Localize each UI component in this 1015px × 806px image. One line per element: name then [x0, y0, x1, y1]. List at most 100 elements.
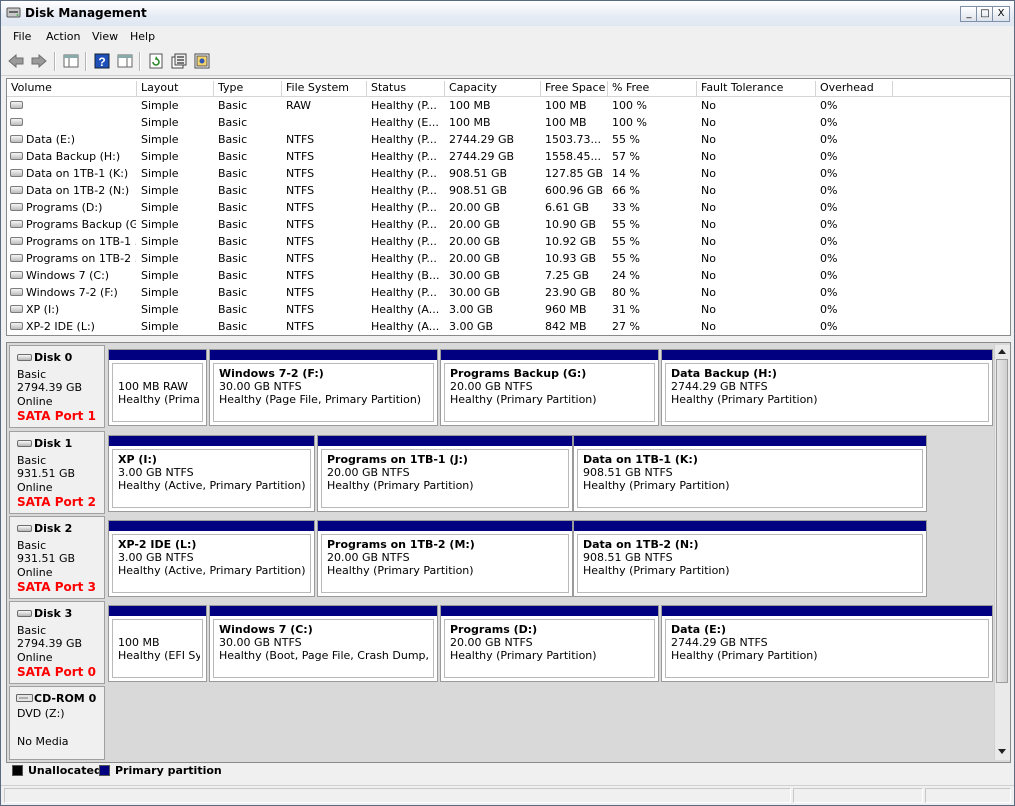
volume-fault-tolerance: No: [701, 150, 716, 163]
disk-name: Disk 0: [34, 351, 73, 364]
volume-file-system: NTFS: [286, 150, 315, 163]
volume-percent-free: 24 %: [612, 269, 640, 282]
scroll-down-arrow-icon[interactable]: [998, 749, 1006, 755]
volume-row[interactable]: Programs Backup (G:) Simple Basic NTFS Healt…: [7, 216, 1010, 233]
volume-row[interactable]: XP (I:) Simple Basic NTFS Healthy (A... 3.00 …: [7, 301, 1010, 318]
partition-block[interactable]: Data (E:) 2744.29 GB NTFS Healthy (Primary…: [661, 605, 993, 682]
partition-block[interactable]: Programs Backup (G:) 20.00 GB NTFS Healthy…: [440, 349, 659, 426]
menu-view[interactable]: View: [92, 30, 118, 43]
title-bar[interactable]: Disk Management _ □ X: [1, 1, 1014, 27]
show-hide-action-pane-icon[interactable]: [116, 52, 134, 70]
partition-title: Programs (D:): [450, 623, 538, 636]
disk-2-label[interactable]: Disk 2 Basic 931.51 GB Online SATA Port 3: [9, 516, 105, 599]
volume-disk-icon: [10, 237, 23, 245]
col-free-space-header[interactable]: Free Space: [541, 81, 608, 96]
volume-file-system: NTFS: [286, 218, 315, 231]
menu-action[interactable]: Action: [46, 30, 80, 43]
scroll-up-arrow-icon[interactable]: [998, 348, 1006, 354]
menu-file[interactable]: File: [13, 30, 31, 43]
partition-block[interactable]: 100 MBHealthy (EFI Syste: [108, 605, 207, 682]
partition-title: Programs on 1TB-1 (J:): [327, 453, 468, 466]
partition-block[interactable]: Programs (D:) 20.00 GB NTFS Healthy (Prima…: [440, 605, 659, 682]
close-button[interactable]: X: [992, 6, 1010, 22]
cdrom-0-label[interactable]: CD-ROM 0 DVD (Z:) No Media: [9, 686, 105, 760]
show-hide-console-tree-icon[interactable]: [62, 52, 80, 70]
primary-partition-header: [318, 521, 572, 531]
col-layout-header[interactable]: Layout: [137, 81, 214, 96]
volume-row[interactable]: Programs (D:) Simple Basic NTFS Healthy (P..…: [7, 199, 1010, 216]
partition-block[interactable]: Data on 1TB-2 (N:) 908.51 GB NTFS Healthy …: [573, 520, 927, 597]
partition-block[interactable]: Windows 7-2 (F:) 30.00 GB NTFS Healthy (Pa…: [209, 349, 438, 426]
volume-free-space: 842 MB: [545, 320, 587, 333]
volume-row[interactable]: Data on 1TB-2 (N:) Simple Basic NTFS Healthy…: [7, 182, 1010, 199]
hard-disk-icon: [17, 440, 32, 447]
partition-block[interactable]: 100 MB RAWHealthy (Primary P: [108, 349, 207, 426]
col-status-header[interactable]: Status: [367, 81, 445, 96]
volume-row[interactable]: Programs on 1TB-2 ... Simple Basic NTFS Heal…: [7, 250, 1010, 267]
volume-row[interactable]: Data (E:) Simple Basic NTFS Healthy (P... 274…: [7, 131, 1010, 148]
volume-file-system: NTFS: [286, 235, 315, 248]
volume-type: Basic: [218, 218, 248, 231]
partition-size: 3.00 GB NTFS: [118, 466, 194, 479]
volume-list[interactable]: Volume Layout Type File System Status Capacit…: [6, 78, 1011, 336]
volume-overhead: 0%: [820, 167, 838, 180]
forward-arrow-icon[interactable]: [30, 52, 48, 70]
volume-row[interactable]: Windows 7 (C:) Simple Basic NTFS Healthy (B.…: [7, 267, 1010, 284]
volume-capacity: 100 MB: [449, 99, 491, 112]
menu-help[interactable]: Help: [130, 30, 155, 43]
volume-row[interactable]: Programs on 1TB-1 ... Simple Basic NTFS Heal…: [7, 233, 1010, 250]
header-filler: [893, 81, 1010, 96]
partition-block[interactable]: Programs on 1TB-2 (M:) 20.00 GB NTFS Healt…: [317, 520, 573, 597]
volume-fault-tolerance: No: [701, 133, 716, 146]
volume-row[interactable]: Data Backup (H:) Simple Basic NTFS Healthy (…: [7, 148, 1010, 165]
volume-free-space: 127.85 GB: [545, 167, 604, 180]
volume-free-space: 600.96 GB: [545, 184, 604, 197]
disk-3-label[interactable]: Disk 3 Basic 2794.39 GB Online SATA Port 0: [9, 601, 105, 684]
partition-block[interactable]: Programs on 1TB-1 (J:) 20.00 GB NTFS Healt…: [317, 435, 573, 512]
volume-type: Basic: [218, 269, 248, 282]
volume-status: Healthy (P...: [371, 184, 437, 197]
status-bar: [1, 785, 1014, 806]
graph-vertical-scrollbar[interactable]: [994, 345, 1010, 760]
help-icon[interactable]: ?: [93, 52, 111, 70]
col-file-system-header[interactable]: File System: [282, 81, 367, 96]
col-type-header[interactable]: Type: [214, 81, 282, 96]
disk-name: Disk 1: [34, 437, 73, 450]
col-fault-tolerance-header[interactable]: Fault Tolerance: [697, 81, 816, 96]
volume-row[interactable]: Windows 7-2 (F:) Simple Basic NTFS Healthy (…: [7, 284, 1010, 301]
col-percent-free-header[interactable]: % Free: [608, 81, 697, 96]
volume-volume-name: Windows 7-2 (F:): [26, 286, 118, 299]
disk-1-label[interactable]: Disk 1 Basic 931.51 GB Online SATA Port 2: [9, 431, 105, 514]
col-volume-header[interactable]: Volume: [7, 81, 137, 96]
volume-row[interactable]: Data on 1TB-1 (K:) Simple Basic NTFS Healthy…: [7, 165, 1010, 182]
partition-block[interactable]: XP (I:) 3.00 GB NTFS Healthy (Active, Prim…: [108, 435, 315, 512]
disk-settings-icon[interactable]: [193, 52, 211, 70]
primary-partition-header: [210, 350, 437, 360]
disk-state: Online: [17, 395, 53, 408]
primary-partition-header: [574, 521, 926, 531]
partition-block[interactable]: XP-2 IDE (L:) 3.00 GB NTFS Healthy (Active…: [108, 520, 315, 597]
col-capacity-header[interactable]: Capacity: [445, 81, 541, 96]
volume-percent-free: 55 %: [612, 252, 640, 265]
partition-title: Windows 7-2 (F:): [219, 367, 324, 380]
disk-0-label[interactable]: Disk 0 Basic 2794.39 GB Online SATA Port 1: [9, 345, 105, 428]
primary-partition-swatch: [99, 765, 110, 776]
refresh-icon[interactable]: [147, 52, 165, 70]
scrollbar-thumb[interactable]: [996, 359, 1008, 683]
volume-overhead: 0%: [820, 269, 838, 282]
back-arrow-icon[interactable]: [7, 52, 25, 70]
properties-icon[interactable]: [170, 52, 188, 70]
disk-type: Basic: [17, 368, 47, 381]
primary-partition-header: [574, 436, 926, 446]
volume-row[interactable]: XP-2 IDE (L:) Simple Basic NTFS Healthy (A..…: [7, 318, 1010, 335]
volume-file-system: NTFS: [286, 320, 315, 333]
volume-row[interactable]: Simple Basic RAW Healthy (P... 100 MB 100 MB 1…: [7, 97, 1010, 114]
partition-block[interactable]: Data on 1TB-1 (K:) 908.51 GB NTFS Healthy …: [573, 435, 927, 512]
partition-block[interactable]: Windows 7 (C:) 30.00 GB NTFS Healthy (Boot…: [209, 605, 438, 682]
volume-layout: Simple: [141, 133, 179, 146]
col-overhead-header[interactable]: Overhead: [816, 81, 893, 96]
volume-layout: Simple: [141, 286, 179, 299]
volume-overhead: 0%: [820, 116, 838, 129]
volume-row[interactable]: Simple Basic Healthy (E... 100 MB 100 MB 100 …: [7, 114, 1010, 131]
partition-block[interactable]: Data Backup (H:) 2744.29 GB NTFS Healthy (…: [661, 349, 993, 426]
